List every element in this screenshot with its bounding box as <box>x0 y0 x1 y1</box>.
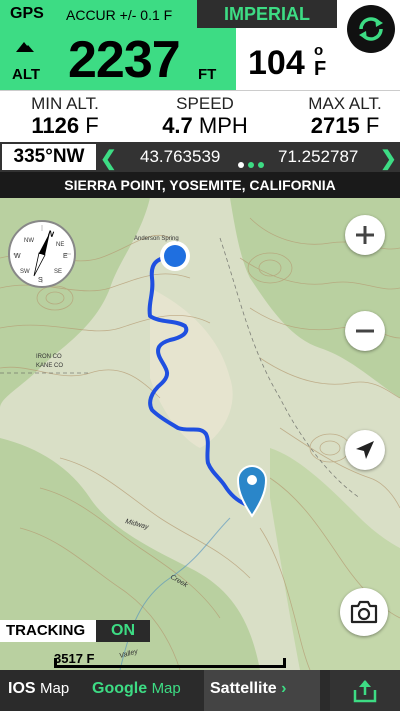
ios-map-bold: IOS <box>8 680 36 697</box>
minus-icon <box>356 329 374 333</box>
max-alt-unit: F <box>365 113 380 138</box>
heading-value: 335°NW <box>2 144 96 170</box>
google-map-option[interactable]: Google Map <box>92 680 181 698</box>
tracking-value[interactable]: ON <box>96 620 150 642</box>
altitude-value: 2237 <box>68 31 181 89</box>
min-alt-value: 1126 <box>31 113 80 138</box>
scale-tick-right <box>283 658 286 668</box>
refresh-icon <box>359 17 383 41</box>
compass-label: SW <box>20 269 30 275</box>
speed-value: 4.7 <box>162 113 193 138</box>
locate-button[interactable] <box>345 430 385 470</box>
page-dot <box>258 162 264 168</box>
camera-icon <box>350 600 378 624</box>
share-icon <box>353 679 377 702</box>
accuracy-label: ACCUR +/- 0.1 F <box>66 7 173 23</box>
satellite-chevron-icon: › <box>281 680 287 697</box>
compass-label: SE <box>54 269 62 275</box>
altitude-unit: FT <box>198 66 217 83</box>
gps-label: GPS <box>10 5 44 22</box>
previous-chevron-icon[interactable]: ❮ <box>100 146 117 171</box>
start-point-dot <box>164 245 186 267</box>
mountain-icon <box>16 42 34 52</box>
min-alt-label: MIN ALT. <box>31 94 99 113</box>
zoom-out-button[interactable] <box>345 311 385 351</box>
speed: SPEED 4.7 MPH <box>145 94 265 138</box>
scale-label: 3517 F <box>54 651 95 666</box>
tracking-label: TRACKING <box>0 620 96 642</box>
compass-icon: N NE E SE S SW W NW <box>13 225 71 284</box>
google-map-bold: Google <box>92 680 148 697</box>
ios-map-option[interactable]: IOS Map <box>8 680 69 698</box>
location-name: SIERRA POINT, YOSEMITE, CALIFORNIA <box>0 172 400 198</box>
satellite-option[interactable]: Sattellite › <box>204 670 320 711</box>
unit-system-toggle[interactable]: IMPERIAL <box>197 0 337 28</box>
satellite-label: Sattellite <box>210 680 277 697</box>
latitude-value: 43.763539 <box>140 147 221 166</box>
next-chevron-icon[interactable]: ❯ <box>380 146 397 171</box>
scale-bar <box>54 665 286 668</box>
temperature-value: 104 <box>248 44 305 82</box>
longitude-value: 71.252787 <box>278 147 359 166</box>
min-altitude: MIN ALT. 1126 F <box>10 94 120 138</box>
compass-label: E <box>63 253 68 260</box>
compass-label: NE <box>56 242 64 248</box>
stats-row: MIN ALT. 1126 F SPEED 4.7 MPH MAX ALT. 2… <box>0 90 400 142</box>
max-alt-value: 2715 <box>310 113 360 138</box>
camera-button[interactable] <box>340 588 388 636</box>
map-view[interactable]: Anderson Spring IRON CO KANE CO Midway C… <box>0 198 400 670</box>
plus-icon <box>356 226 374 244</box>
compass-label: NW <box>24 238 34 244</box>
speed-unit: MPH <box>198 113 248 138</box>
compass[interactable]: N NE E SE S SW W NW <box>8 220 76 288</box>
compass-label: S <box>38 277 43 284</box>
max-alt-label: MAX ALT. <box>308 94 382 113</box>
coordinate-bar: 335°NW ❮ 43.763539 71.252787 ❯ <box>0 142 400 172</box>
map-label-iron: IRON CO <box>36 354 62 360</box>
zoom-in-button[interactable] <box>345 215 385 255</box>
page-indicator <box>238 155 268 173</box>
google-map-light: Map <box>151 680 181 697</box>
share-button[interactable] <box>330 670 400 711</box>
temperature-degree: o <box>314 42 324 59</box>
ios-map-light: Map <box>40 680 70 697</box>
map-type-bar: IOS Map Google Map Sattellite › <box>0 670 400 711</box>
navigation-arrow-icon <box>356 441 374 459</box>
alt-label: ALT <box>12 66 41 83</box>
app-window: GPS ACCUR +/- 0.1 F ALT 2237 FT IMPERIAL… <box>0 0 400 711</box>
compass-label: W <box>14 253 21 260</box>
speed-label: SPEED <box>176 94 234 113</box>
map-label-anderson: Anderson Spring <box>134 236 179 242</box>
temperature-unit: F <box>314 58 327 80</box>
map-label-kane: KANE CO <box>36 363 63 369</box>
map-scale: 3517 F <box>0 648 400 670</box>
page-dot <box>238 162 244 168</box>
max-altitude: MAX ALT. 2715 F <box>290 94 400 138</box>
min-alt-unit: F <box>85 113 99 138</box>
refresh-button[interactable] <box>347 5 395 53</box>
page-dot <box>248 162 254 168</box>
